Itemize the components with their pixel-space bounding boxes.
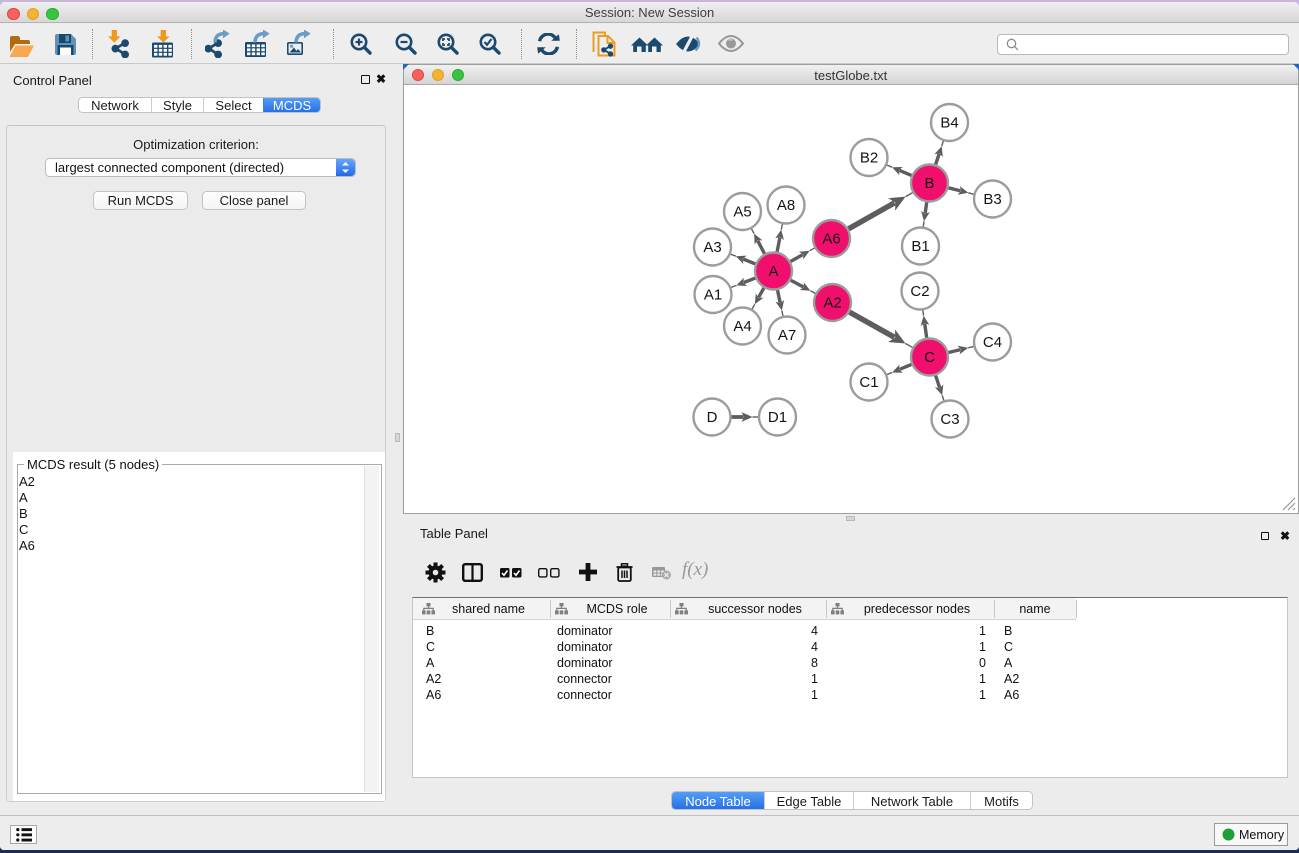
svg-text:A1: A1 bbox=[704, 287, 722, 304]
svg-text:A7: A7 bbox=[778, 327, 796, 344]
svg-text:B4: B4 bbox=[940, 115, 958, 132]
svg-text:B2: B2 bbox=[860, 150, 878, 167]
svg-text:D: D bbox=[707, 409, 718, 426]
svg-text:A4: A4 bbox=[733, 318, 751, 335]
svg-text:D1: D1 bbox=[768, 409, 787, 426]
svg-text:C4: C4 bbox=[983, 334, 1002, 351]
svg-text:A6: A6 bbox=[822, 231, 840, 248]
svg-text:A3: A3 bbox=[703, 239, 721, 256]
svg-text:A: A bbox=[768, 263, 778, 280]
svg-text:C3: C3 bbox=[940, 411, 959, 428]
svg-text:A8: A8 bbox=[777, 197, 795, 214]
svg-text:B: B bbox=[924, 175, 934, 192]
svg-text:C1: C1 bbox=[859, 374, 878, 391]
svg-text:A5: A5 bbox=[733, 204, 751, 221]
svg-text:B1: B1 bbox=[911, 238, 929, 255]
svg-text:A2: A2 bbox=[823, 295, 841, 312]
svg-text:C2: C2 bbox=[910, 283, 929, 300]
svg-text:C: C bbox=[924, 349, 935, 366]
svg-text:B3: B3 bbox=[983, 191, 1001, 208]
